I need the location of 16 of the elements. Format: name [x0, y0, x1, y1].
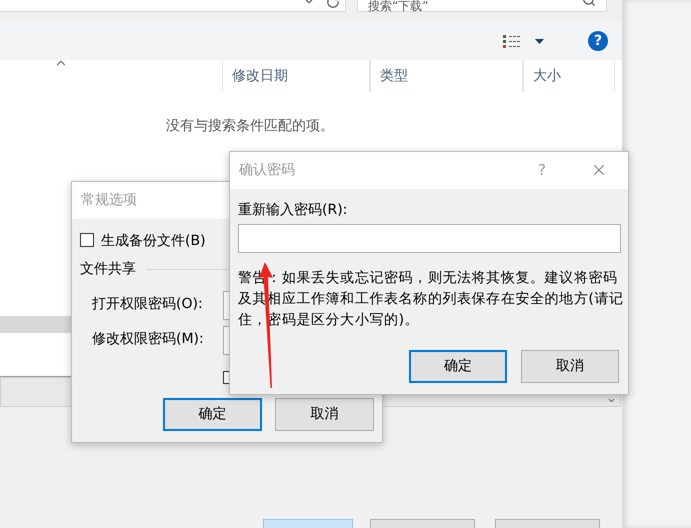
field-label: 重新输入密码(R):: [238, 201, 348, 220]
column-header[interactable]: 类型: [370, 60, 523, 92]
dialog-button[interactable]: 确定: [409, 350, 507, 383]
checkbox-label[interactable]: 生成备份文件(B): [101, 231, 206, 252]
search-field[interactable]: 搜索“下载”: [357, 0, 607, 12]
dialog-title: 常规选项: [81, 191, 137, 210]
field-label: 打开权限密码(O):: [92, 295, 203, 314]
column-header[interactable]: 修改日期: [222, 60, 370, 92]
dialog-title: 确认密码: [239, 161, 295, 180]
dialog-button[interactable]: 取消: [521, 350, 619, 383]
section-label: 文件共享: [80, 260, 136, 279]
column-header[interactable]: 大小: [523, 60, 615, 92]
dialog-button[interactable]: 取消: [275, 398, 374, 431]
dialog-button[interactable]: 确定: [163, 398, 262, 431]
empty-message: 没有与搜索条件匹配的项。: [166, 117, 334, 136]
field-label: 修改权限密码(M):: [92, 330, 204, 349]
